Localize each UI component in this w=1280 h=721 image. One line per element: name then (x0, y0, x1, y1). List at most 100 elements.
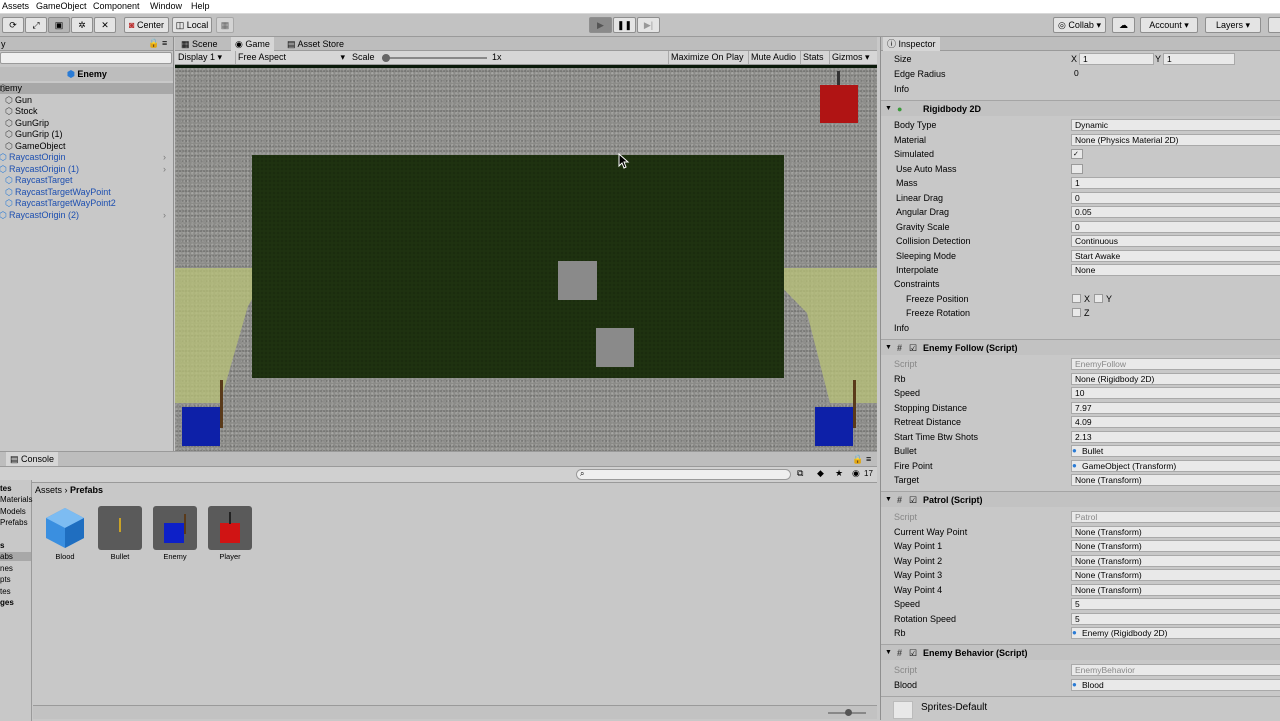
hierarchy-item[interactable]: ⬡RaycastOrigin (2) › (0, 210, 173, 221)
layers-dropdown[interactable]: Layers ▾ (1205, 17, 1261, 33)
component-header[interactable]: ▼ # ☑ Enemy Behavior (Script) (881, 644, 1280, 660)
property-field[interactable]: None (Physics Material 2D) (1071, 133, 1280, 146)
collab-button[interactable]: ◎ Collab ▾ (1053, 17, 1106, 33)
component-enabled-checkbox[interactable]: ☑ (909, 340, 917, 356)
zoom-slider-thumb[interactable] (845, 709, 852, 716)
folder-item[interactable]: tes (0, 587, 11, 596)
hierarchy-item[interactable]: ⬡RaycastOrigin › (0, 152, 173, 163)
transform-tool-button[interactable]: ✲ (71, 17, 93, 33)
chevron-right-icon[interactable]: › (163, 152, 166, 163)
component-header[interactable]: ▼ # ☑ Patrol (Script) (881, 491, 1280, 507)
property-field[interactable]: Blood (1071, 678, 1280, 691)
property-field[interactable]: 0 (1071, 68, 1280, 80)
size-y-field[interactable]: 1 (1163, 53, 1235, 65)
hidden-count-icon[interactable]: ◉ (852, 468, 860, 479)
lock-icon[interactable]: 🔒 (148, 38, 159, 49)
tab-asset-store[interactable]: ▤ Asset Store (283, 37, 348, 51)
favorite-icon[interactable]: ★ (835, 468, 843, 479)
scale-slider[interactable] (382, 54, 487, 62)
tab-console[interactable]: ▤ Console (6, 452, 59, 466)
custom-tool-button[interactable]: ✕ (94, 17, 116, 33)
component-enabled-checkbox[interactable]: ☑ (909, 492, 917, 508)
account-dropdown[interactable]: Account ▾ (1140, 17, 1198, 33)
property-field[interactable]: 0 (1071, 220, 1280, 233)
hierarchy-tab[interactable]: y 🔒 ≡ (0, 37, 173, 51)
hierarchy-item[interactable]: ⬡nemy (0, 83, 173, 94)
freeze-y-checkbox[interactable] (1094, 293, 1103, 303)
folder-item[interactable]: nes (0, 564, 13, 573)
property-field[interactable]: None (Transform) (1071, 525, 1280, 538)
lock-icon[interactable]: 🔒 (852, 454, 863, 465)
hierarchy-item[interactable]: ⬡RaycastOrigin (1) › (0, 164, 173, 175)
filter-label-icon[interactable]: ◆ (817, 468, 824, 479)
property-field[interactable]: None (Transform) (1071, 540, 1280, 552)
breadcrumb-assets[interactable]: Assets (35, 485, 62, 495)
foldout-arrow-icon[interactable]: ▼ (885, 101, 892, 117)
mute-audio-toggle[interactable]: Mute Audio (748, 51, 796, 64)
zoom-slider[interactable] (828, 709, 866, 716)
menu-component[interactable]: Component (93, 1, 140, 11)
freeze-z-checkbox[interactable] (1072, 308, 1081, 317)
menu-icon[interactable]: ≡ (866, 454, 871, 464)
menu-icon[interactable]: ≡ (162, 38, 167, 48)
rect-tool-button[interactable]: ▣ (48, 17, 70, 33)
property-field[interactable]: EnemyBehavior (1071, 664, 1280, 676)
property-field[interactable]: None (Transform) (1071, 569, 1280, 581)
hierarchy-item[interactable]: ⬡ Stock (0, 106, 173, 117)
property-field[interactable]: 5 (1071, 598, 1280, 610)
freeze-x-checkbox[interactable] (1072, 293, 1081, 303)
property-field[interactable]: Start Awake (1071, 249, 1280, 262)
size-x-field[interactable]: 1 (1079, 53, 1154, 65)
cloud-button[interactable]: ☁ (1112, 17, 1135, 33)
folder-item[interactable]: abs (0, 552, 31, 561)
component-enabled-checkbox[interactable]: ☑ (909, 645, 917, 661)
folder-item[interactable]: pts (0, 575, 11, 584)
property-field[interactable]: 2.13 (1071, 430, 1280, 443)
maximize-on-play-toggle[interactable]: Maximize On Play (668, 51, 744, 64)
rotate-tool-button[interactable]: ⟳ (2, 17, 24, 33)
hierarchy-item[interactable]: ⬡ GameObject (0, 141, 173, 152)
component-header[interactable]: ▼ ● Rigidbody 2D (881, 100, 1280, 116)
property-field[interactable]: 0 (1071, 191, 1280, 204)
property-field[interactable]: 7.97 (1071, 401, 1280, 414)
property-field[interactable]: None (Transform) (1071, 554, 1280, 567)
aspect-dropdown[interactable]: Free Aspect ▾ (235, 51, 347, 64)
property-field[interactable]: Dynamic (1071, 119, 1280, 131)
foldout-arrow-icon[interactable]: ▼ (885, 645, 892, 661)
pivot-local-button[interactable]: ◫ Local (172, 17, 212, 33)
hierarchy-item[interactable]: ⬡ RaycastTargetWayPoint (0, 187, 173, 198)
folder-item[interactable]: ges (0, 598, 14, 607)
hierarchy-search-input[interactable] (0, 52, 172, 64)
layout-dropdown[interactable] (1268, 17, 1280, 33)
menu-assets[interactable]: Assets (2, 1, 29, 11)
property-field[interactable]: EnemyFollow (1071, 358, 1280, 370)
chevron-right-icon[interactable]: › (163, 210, 166, 221)
grid-snap-button[interactable]: ▦ (216, 17, 234, 33)
hierarchy-item[interactable]: ⬡ RaycastTarget (0, 175, 173, 186)
menu-window[interactable]: Window (150, 1, 182, 11)
folder-item[interactable]: Models (0, 507, 26, 516)
property-field[interactable]: Patrol (1071, 511, 1280, 523)
asset-player[interactable] (208, 506, 252, 550)
folder-item[interactable]: Materials (0, 495, 32, 504)
property-field[interactable]: 5 (1071, 612, 1280, 625)
property-field[interactable]: None (Rigidbody 2D) (1071, 372, 1280, 385)
pivot-center-button[interactable]: ◙ Center (124, 17, 169, 33)
asset-blood[interactable] (43, 506, 87, 550)
property-field[interactable]: 0.05 (1071, 206, 1280, 218)
property-field[interactable]: 1 (1071, 177, 1280, 189)
property-field[interactable]: 10 (1071, 387, 1280, 399)
property-field[interactable]: Bullet (1071, 445, 1280, 457)
step-button[interactable]: ▶| (637, 17, 660, 33)
folder-item[interactable]: Prefabs (0, 518, 28, 527)
folder-item[interactable]: tes (0, 484, 12, 493)
asset-enemy[interactable] (153, 506, 197, 550)
property-field[interactable]: GameObject (Transform) (1071, 459, 1280, 472)
chevron-right-icon[interactable]: › (163, 164, 166, 175)
property-field[interactable]: None (Transform) (1071, 583, 1280, 596)
folder-item[interactable]: s (0, 541, 4, 550)
menu-gameobject[interactable]: GameObject (36, 1, 87, 11)
property-field[interactable]: ✓ (1071, 149, 1083, 159)
property-field[interactable]: Continuous (1071, 235, 1280, 247)
property-field[interactable] (1071, 163, 1083, 174)
